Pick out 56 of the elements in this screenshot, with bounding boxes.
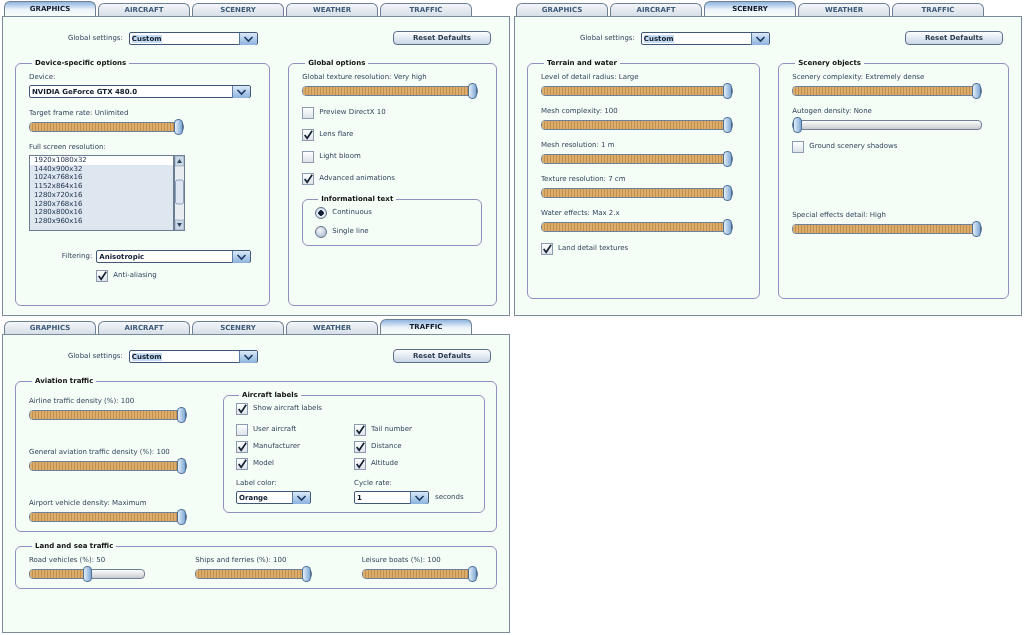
slider-thumb[interactable] bbox=[723, 117, 733, 133]
slider-track[interactable] bbox=[29, 410, 187, 420]
slider-thumb[interactable] bbox=[174, 119, 183, 135]
slider-track[interactable] bbox=[29, 461, 187, 471]
chevron-icon bbox=[410, 491, 428, 504]
slider-track[interactable] bbox=[195, 569, 312, 579]
slider-thumb[interactable] bbox=[723, 185, 733, 201]
slider-track[interactable] bbox=[541, 222, 734, 232]
checkbox[interactable] bbox=[96, 269, 109, 282]
slider-thumb[interactable] bbox=[972, 221, 981, 237]
slider-thumb[interactable] bbox=[972, 83, 981, 99]
slider-track[interactable] bbox=[29, 122, 184, 132]
chevron-icon bbox=[238, 32, 257, 45]
chevron-icon bbox=[750, 32, 769, 45]
checkbox[interactable] bbox=[236, 402, 248, 415]
slider-thumb[interactable] bbox=[468, 83, 477, 99]
slider-thumb[interactable] bbox=[301, 566, 311, 582]
slider-track[interactable] bbox=[541, 86, 734, 96]
chevron-icon bbox=[232, 85, 251, 98]
checkbox[interactable] bbox=[354, 440, 366, 453]
slider-thumb[interactable] bbox=[82, 566, 92, 582]
checkbox[interactable] bbox=[302, 172, 315, 185]
slider-track[interactable] bbox=[29, 569, 146, 579]
slider-thumb[interactable] bbox=[723, 151, 733, 167]
checkbox[interactable] bbox=[236, 457, 248, 470]
checkbox[interactable] bbox=[302, 106, 315, 119]
chevron-icon bbox=[292, 491, 310, 504]
slider-track[interactable] bbox=[29, 512, 187, 522]
slider-thumb[interactable] bbox=[723, 83, 733, 99]
slider-track[interactable] bbox=[792, 224, 982, 234]
checkbox[interactable] bbox=[302, 128, 315, 141]
slider-thumb[interactable] bbox=[177, 458, 186, 474]
checkbox[interactable] bbox=[354, 457, 366, 470]
slider-track[interactable] bbox=[792, 86, 982, 96]
slider-track[interactable] bbox=[302, 86, 478, 96]
slider-track[interactable] bbox=[541, 188, 734, 198]
chevron-icon bbox=[232, 250, 251, 263]
checkbox[interactable] bbox=[541, 242, 553, 255]
radio-button[interactable] bbox=[315, 206, 328, 219]
slider-thumb[interactable] bbox=[177, 407, 186, 423]
checkbox[interactable] bbox=[236, 423, 248, 436]
checkbox[interactable] bbox=[792, 140, 805, 153]
slider-track[interactable] bbox=[541, 154, 734, 164]
chevron-icon bbox=[238, 350, 257, 363]
slider-track[interactable] bbox=[361, 569, 478, 579]
slider-track[interactable] bbox=[541, 120, 734, 130]
scrollbar[interactable] bbox=[174, 155, 185, 231]
checkbox[interactable] bbox=[354, 423, 366, 436]
slider-thumb[interactable] bbox=[793, 117, 803, 133]
slider-thumb[interactable] bbox=[723, 219, 733, 235]
radio-button[interactable] bbox=[315, 225, 328, 238]
slider-thumb[interactable] bbox=[468, 566, 477, 582]
checkbox[interactable] bbox=[302, 150, 315, 163]
slider-track[interactable] bbox=[792, 120, 982, 130]
checkbox[interactable] bbox=[236, 440, 248, 453]
slider-thumb[interactable] bbox=[177, 509, 186, 525]
